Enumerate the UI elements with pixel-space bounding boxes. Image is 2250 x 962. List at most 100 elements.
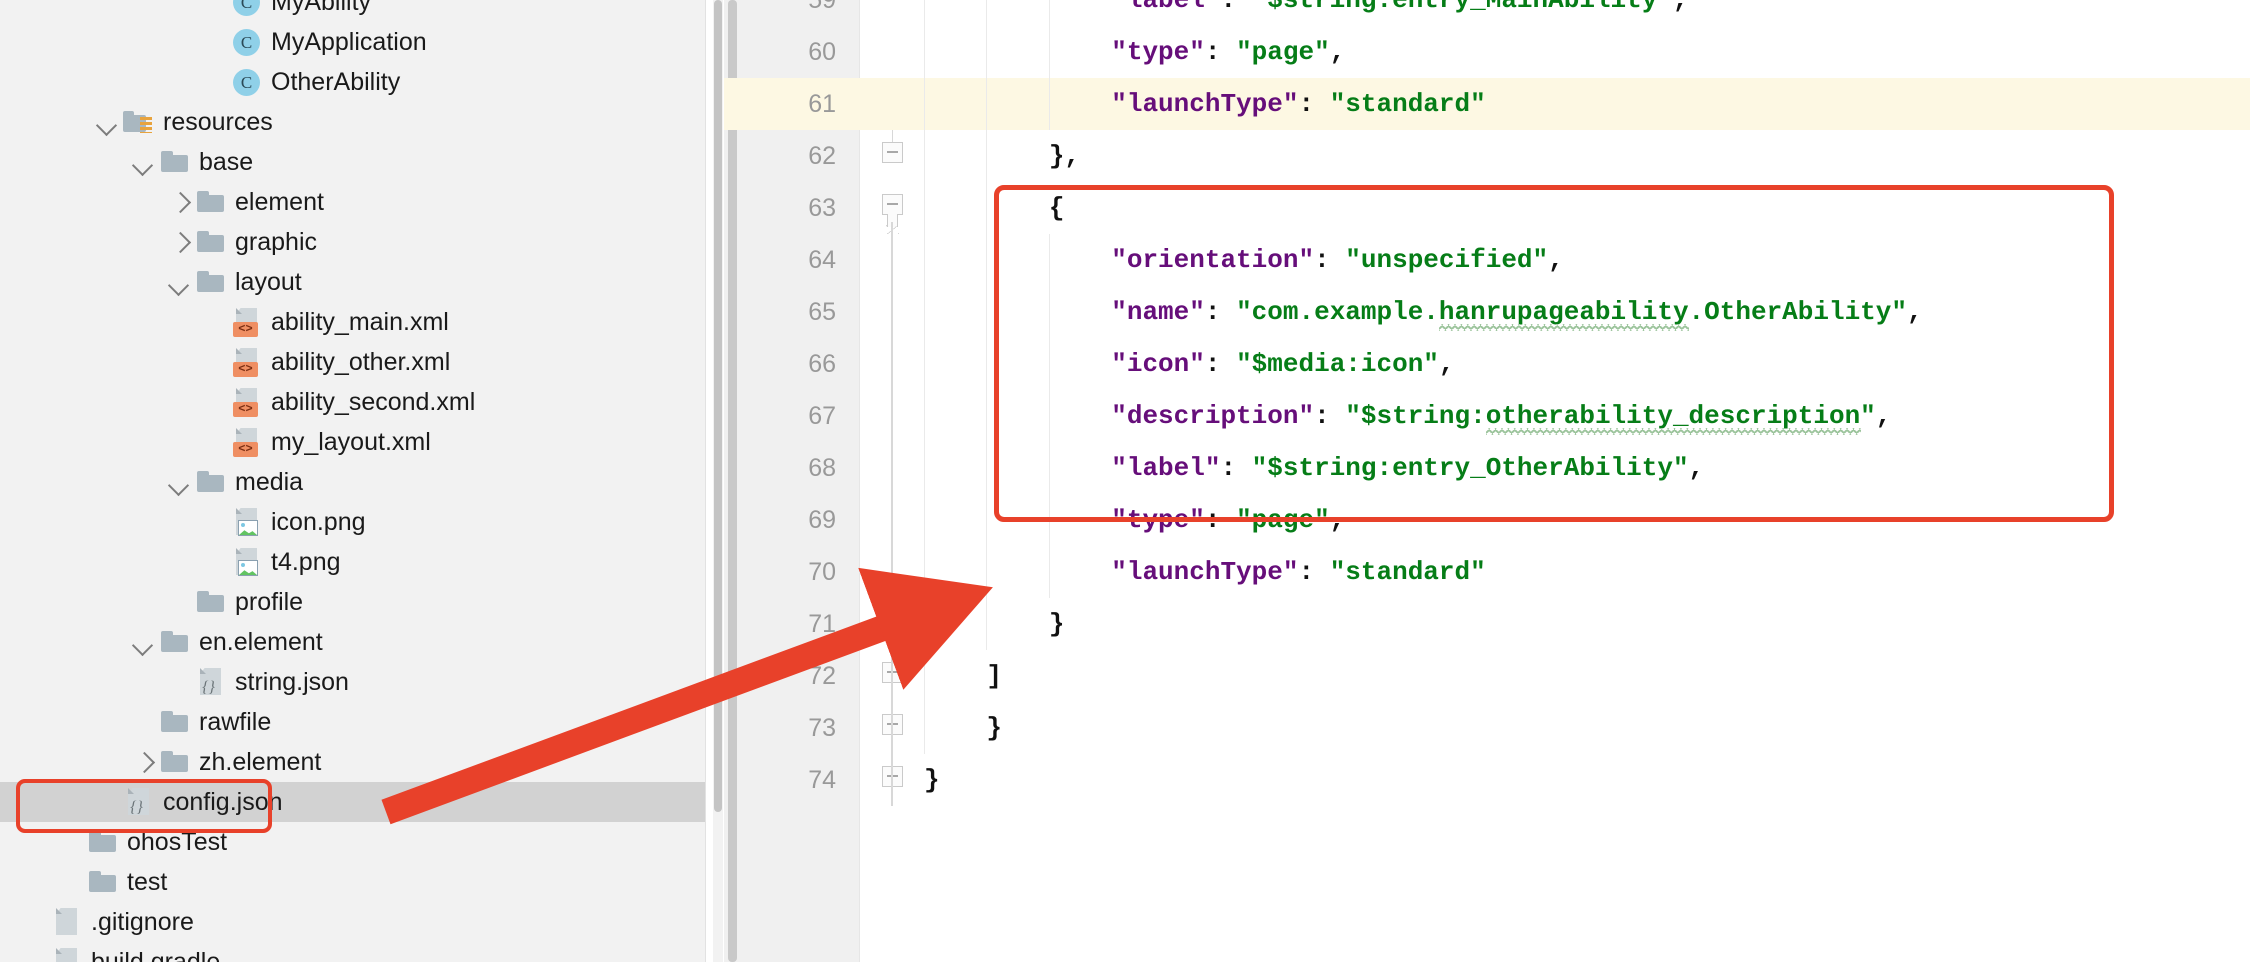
indent-guide	[986, 546, 988, 598]
indent-guide	[1048, 0, 1050, 26]
project-tree-panel[interactable]: C MyAbility C MyApplication C OtherAbility res…	[0, 0, 706, 962]
chevron-down-icon[interactable]	[164, 467, 194, 497]
tree-item-layout[interactable]: layout	[0, 262, 706, 302]
tree-item-label: .gitignore	[91, 907, 194, 936]
code-line[interactable]: 60 "type": "page",	[724, 26, 2250, 78]
tree-item-element[interactable]: element	[0, 182, 706, 222]
code-line[interactable]: 72 ]	[724, 650, 2250, 702]
tree-item-rawfile[interactable]: rawfile	[0, 702, 706, 742]
code-token: :	[1204, 505, 1237, 535]
fold-stem	[891, 130, 894, 142]
fold-end-icon[interactable]	[880, 702, 906, 754]
tree-item-label: resources	[163, 107, 273, 136]
code-text: "label": "$string:entry_MainAbility",	[924, 0, 1688, 26]
code-token: ,	[1688, 453, 1705, 483]
chevron-down-icon[interactable]	[128, 147, 158, 177]
xml-file-icon: <>	[230, 305, 264, 339]
indent-guide	[924, 78, 925, 130]
tree-item-graphic[interactable]: graphic	[0, 222, 706, 262]
code-text: "icon": "$media:icon",	[924, 338, 1454, 390]
tree-item-ohostest[interactable]: ohosTest	[0, 822, 706, 862]
indent-guide	[924, 598, 925, 650]
tree-item-zh-element[interactable]: zh.element	[0, 742, 706, 782]
tree-item-my-layout-xml[interactable]: <> my_layout.xml	[0, 422, 706, 462]
folder-icon	[194, 585, 228, 619]
code-token: "page"	[1236, 37, 1330, 67]
xml-file-icon: <>	[230, 385, 264, 419]
tree-toggle-placeholder	[20, 947, 50, 962]
code-line[interactable]: 73 }	[724, 702, 2250, 754]
tree-item-base[interactable]: base	[0, 142, 706, 182]
line-number: 61	[808, 90, 836, 118]
tree-toggle-placeholder	[128, 707, 158, 737]
tree-item-test[interactable]: test	[0, 862, 706, 902]
tree-item-build-gradle[interactable]: build.gradle	[0, 942, 706, 962]
indent-guide	[924, 546, 925, 598]
tree-item-t4-png[interactable]: t4.png	[0, 542, 706, 582]
tree-toggle-placeholder	[200, 307, 230, 337]
sidebar-scrollbar-thumb[interactable]	[714, 0, 722, 812]
chevron-down-icon[interactable]	[92, 107, 122, 137]
chevron-right-icon[interactable]	[128, 747, 158, 777]
tree-item-myability[interactable]: C MyAbility	[0, 0, 706, 22]
spellcheck-underline	[1486, 428, 1862, 435]
tree-item-media[interactable]: media	[0, 462, 706, 502]
fold-start-icon[interactable]	[880, 182, 906, 234]
code-line[interactable]: 66 "icon": "$media:icon",	[724, 338, 2250, 390]
chevron-down-icon[interactable]	[128, 627, 158, 657]
xml-badge: <>	[233, 402, 258, 417]
chevron-right-icon[interactable]	[164, 187, 194, 217]
code-token: "icon"	[1111, 349, 1205, 379]
code-line[interactable]: 74}	[724, 754, 2250, 806]
tree-item-en-element[interactable]: en.element	[0, 622, 706, 662]
tree-toggle-placeholder	[164, 587, 194, 617]
code-token: "standard"	[1329, 89, 1486, 119]
line-number: 69	[808, 506, 836, 534]
code-line[interactable]: 62 },	[724, 130, 2250, 182]
code-line[interactable]: 70 "launchType": "standard"	[724, 546, 2250, 598]
code-token: "label"	[1111, 453, 1221, 483]
code-line[interactable]: 61 "launchType": "standard"	[724, 78, 2250, 130]
tree-item-string-json[interactable]: {} string.json	[0, 662, 706, 702]
code-token: "$string:otherability_description"	[1345, 401, 1876, 431]
tree-item-profile[interactable]: profile	[0, 582, 706, 622]
code-line[interactable]: 71 }	[724, 598, 2250, 650]
tree-item--gitignore[interactable]: .gitignore	[0, 902, 706, 942]
tree-item-otherability[interactable]: C OtherAbility	[0, 62, 706, 102]
fold-end-icon[interactable]	[880, 650, 906, 702]
tree-item-resources[interactable]: resources	[0, 102, 706, 142]
tree-item-ability-main-xml[interactable]: <> ability_main.xml	[0, 302, 706, 342]
code-line[interactable]: 68 "label": "$string:entry_OtherAbility"…	[724, 442, 2250, 494]
tree-item-config-json[interactable]: {} config.json	[0, 782, 706, 822]
code-line[interactable]: 59 "label": "$string:entry_MainAbility",	[724, 0, 2250, 26]
code-line[interactable]: 64 "orientation": "unspecified",	[724, 234, 2250, 286]
tree-toggle-placeholder	[56, 827, 86, 857]
code-text: "name": "com.example.hanrupageability.Ot…	[924, 286, 1922, 338]
tree-item-label: layout	[235, 267, 302, 296]
tree-item-label: element	[235, 187, 324, 216]
tree-item-myapplication[interactable]: C MyApplication	[0, 22, 706, 62]
chevron-down-icon[interactable]	[164, 267, 194, 297]
line-number: 71	[808, 610, 836, 638]
spellcheck-underline	[1439, 324, 1690, 331]
indent-guide	[1048, 390, 1050, 442]
tree-item-icon-png[interactable]: icon.png	[0, 502, 706, 542]
fold-end-icon[interactable]	[880, 754, 906, 806]
code-text: }	[924, 754, 940, 806]
tree-item-ability-second-xml[interactable]: <> ability_second.xml	[0, 382, 706, 422]
line-number: 65	[808, 298, 836, 326]
indent-guide	[1048, 338, 1050, 390]
indent-guide	[924, 0, 925, 26]
indent-guide	[1048, 494, 1050, 546]
code-line[interactable]: 69 "type": "page",	[724, 494, 2250, 546]
json-file-icon: {}	[194, 665, 228, 699]
chevron-right-icon[interactable]	[164, 227, 194, 257]
json-badge: {}	[130, 799, 143, 816]
fold-end-icon[interactable]	[880, 130, 906, 182]
code-editor-panel[interactable]: 59 "label": "$string:entry_MainAbility",…	[724, 0, 2250, 962]
code-line[interactable]: 63 {	[724, 182, 2250, 234]
tree-item-ability-other-xml[interactable]: <> ability_other.xml	[0, 342, 706, 382]
image-file-icon	[230, 505, 264, 539]
